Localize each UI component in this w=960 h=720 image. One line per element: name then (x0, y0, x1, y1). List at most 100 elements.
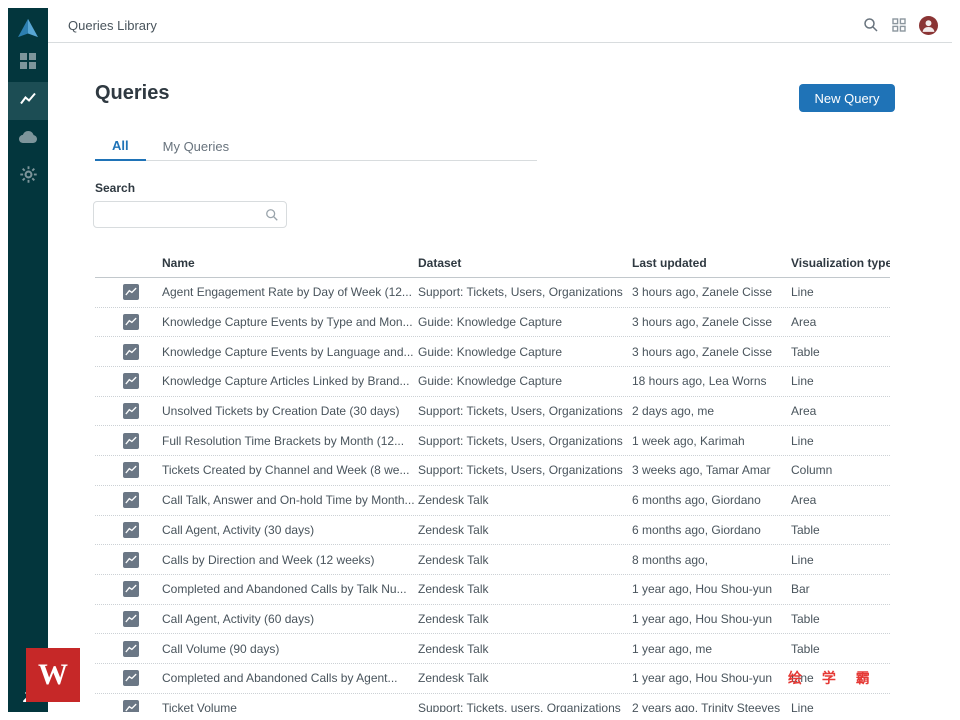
table-row[interactable]: Call Volume (90 days) Zendesk Talk 1 yea… (95, 634, 890, 664)
topbar-actions (863, 16, 938, 35)
query-chart-icon (123, 581, 139, 597)
row-dataset: Guide: Knowledge Capture (418, 374, 632, 388)
row-icon-cell (95, 284, 162, 300)
sidebar-item-dashboards[interactable] (8, 44, 48, 82)
row-name[interactable]: Ticket Volume (162, 701, 418, 712)
row-name[interactable]: Knowledge Capture Articles Linked by Bra… (162, 374, 418, 388)
watermark-logo-letter: W (38, 658, 68, 692)
topbar-title: Queries Library (68, 18, 157, 33)
row-updated: 3 hours ago, Zanele Cisse (632, 315, 791, 329)
row-viz: Line (791, 285, 890, 299)
table-row[interactable]: Knowledge Capture Events by Type and Mon… (95, 308, 890, 338)
row-name[interactable]: Tickets Created by Channel and Week (8 w… (162, 463, 418, 477)
sidebar: Z (8, 8, 48, 712)
row-dataset: Zendesk Talk (418, 493, 632, 507)
table-row[interactable]: Tickets Created by Channel and Week (8 w… (95, 456, 890, 486)
row-dataset: Support: Tickets, Users, Organizations (418, 463, 632, 477)
queries-table: Name Dataset Last updated Visualization … (95, 248, 890, 712)
explore-logo-icon (8, 11, 48, 45)
row-name[interactable]: Agent Engagement Rate by Day of Week (12… (162, 285, 418, 299)
row-updated: 8 months ago, (632, 553, 791, 567)
query-chart-icon (123, 344, 139, 360)
apps-grid-icon[interactable] (892, 18, 906, 32)
table-row[interactable]: Completed and Abandoned Calls by Talk Nu… (95, 575, 890, 605)
dashboards-grid-icon (20, 53, 36, 74)
row-viz: Area (791, 493, 890, 507)
row-name[interactable]: Unsolved Tickets by Creation Date (30 da… (162, 404, 418, 418)
app-window: Z Queries Library (8, 8, 952, 712)
table-row[interactable]: Knowledge Capture Events by Language and… (95, 337, 890, 367)
row-viz: Area (791, 315, 890, 329)
avatar[interactable] (919, 16, 938, 35)
cloud-icon (19, 130, 37, 149)
row-viz: Line (791, 553, 890, 567)
row-name[interactable]: Full Resolution Time Brackets by Month (… (162, 434, 418, 448)
row-dataset: Zendesk Talk (418, 612, 632, 626)
row-updated: 3 hours ago, Zanele Cisse (632, 285, 791, 299)
new-query-button[interactable]: New Query (799, 84, 895, 112)
tab-all[interactable]: All (95, 132, 146, 161)
column-header-last-updated[interactable]: Last updated (632, 256, 791, 270)
row-name[interactable]: Call Talk, Answer and On-hold Time by Mo… (162, 493, 418, 507)
row-icon-cell (95, 403, 162, 419)
table-row[interactable]: Call Talk, Answer and On-hold Time by Mo… (95, 486, 890, 516)
table-row[interactable]: Calls by Direction and Week (12 weeks) Z… (95, 545, 890, 575)
table-row[interactable]: Unsolved Tickets by Creation Date (30 da… (95, 397, 890, 427)
row-name[interactable]: Knowledge Capture Events by Language and… (162, 345, 418, 359)
topbar: Queries Library (48, 8, 952, 43)
search-input[interactable] (94, 202, 286, 227)
search-input-icon (265, 208, 279, 227)
table-row[interactable]: Ticket Volume Support: Tickets, users, O… (95, 694, 890, 712)
row-icon-cell (95, 670, 162, 686)
row-updated: 18 hours ago, Lea Worns (632, 374, 791, 388)
row-icon-cell (95, 611, 162, 627)
row-dataset: Support: Tickets, Users, Organizations (418, 434, 632, 448)
row-updated: 2 days ago, me (632, 404, 791, 418)
row-viz: Line (791, 434, 890, 448)
row-updated: 2 years ago, Trinity Steeves (632, 701, 791, 712)
row-updated: 1 year ago, Hou Shou-yun (632, 582, 791, 596)
table-row[interactable]: Call Agent, Activity (30 days) Zendesk T… (95, 516, 890, 546)
table-row[interactable]: Agent Engagement Rate by Day of Week (12… (95, 278, 890, 308)
screenshot-viewport: Z Queries Library (0, 0, 960, 720)
query-chart-icon (123, 700, 139, 712)
query-chart-icon (123, 522, 139, 538)
row-dataset: Support: Tickets, Users, Organizations (418, 285, 632, 299)
row-viz: Table (791, 523, 890, 537)
row-name[interactable]: Call Agent, Activity (60 days) (162, 612, 418, 626)
row-viz: Bar (791, 582, 890, 596)
query-chart-icon (123, 552, 139, 568)
table-row[interactable]: Full Resolution Time Brackets by Month (… (95, 426, 890, 456)
column-header-visualization-type[interactable]: Visualization type (791, 256, 890, 270)
row-viz: Column (791, 463, 890, 477)
table-header-row: Name Dataset Last updated Visualization … (95, 248, 890, 278)
row-dataset: Guide: Knowledge Capture (418, 315, 632, 329)
row-name[interactable]: Call Agent, Activity (30 days) (162, 523, 418, 537)
row-viz: Table (791, 642, 890, 656)
queries-chart-icon (20, 91, 36, 112)
row-updated: 6 months ago, Giordano (632, 523, 791, 537)
sidebar-item-settings[interactable] (8, 158, 48, 196)
row-name[interactable]: Completed and Abandoned Calls by Agent..… (162, 671, 418, 685)
row-icon-cell (95, 462, 162, 478)
row-updated: 3 weeks ago, Tamar Amar (632, 463, 791, 477)
table-row[interactable]: Call Agent, Activity (60 days) Zendesk T… (95, 605, 890, 635)
row-dataset: Zendesk Talk (418, 671, 632, 685)
column-header-name[interactable]: Name (162, 256, 418, 270)
sidebar-item-datasets[interactable] (8, 120, 48, 158)
row-icon-cell (95, 492, 162, 508)
row-name[interactable]: Call Volume (90 days) (162, 642, 418, 656)
sidebar-item-queries[interactable] (8, 82, 48, 120)
row-updated: 1 week ago, Karimah (632, 434, 791, 448)
row-updated: 1 year ago, Hou Shou-yun (632, 671, 791, 685)
row-name[interactable]: Knowledge Capture Events by Type and Mon… (162, 315, 418, 329)
column-header-dataset[interactable]: Dataset (418, 256, 632, 270)
row-dataset: Zendesk Talk (418, 582, 632, 596)
query-chart-icon (123, 670, 139, 686)
row-name[interactable]: Calls by Direction and Week (12 weeks) (162, 553, 418, 567)
table-row[interactable]: Knowledge Capture Articles Linked by Bra… (95, 367, 890, 397)
tab-my-queries[interactable]: My Queries (146, 132, 246, 160)
table-row[interactable]: Completed and Abandoned Calls by Agent..… (95, 664, 890, 694)
search-icon[interactable] (863, 17, 879, 33)
row-name[interactable]: Completed and Abandoned Calls by Talk Nu… (162, 582, 418, 596)
